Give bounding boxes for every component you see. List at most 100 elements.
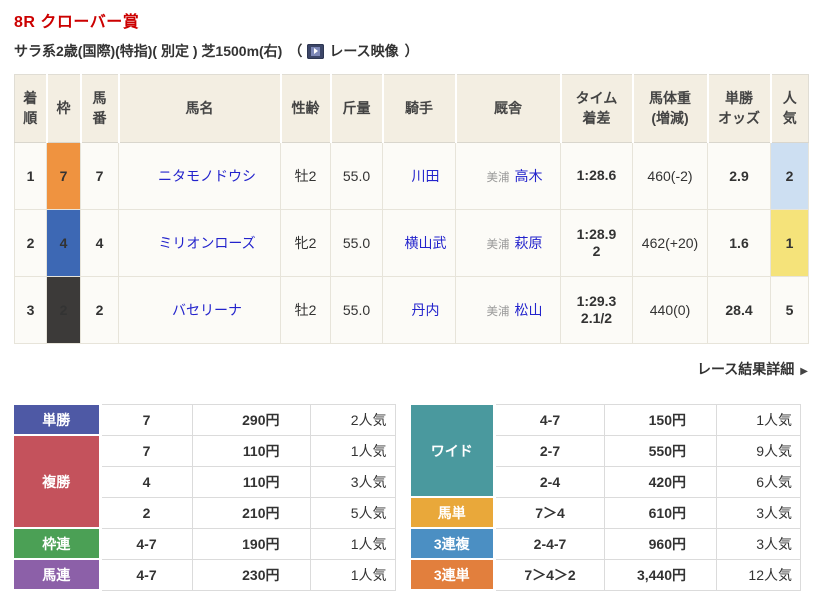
horse-name-cell: ミリオンローズ bbox=[118, 209, 281, 277]
payout-popularity: 12人気 bbox=[716, 558, 801, 591]
payout-table-left: 単勝 7 290円 2人気 複勝 7 110円 1人気 4 110円 3人気 2 210円 5人気 枠連 4-… bbox=[14, 403, 396, 591]
sex-age: 牝2 bbox=[280, 209, 331, 277]
bracket-number: 4 bbox=[46, 209, 81, 277]
stable-region: 美浦 bbox=[486, 306, 510, 318]
payout-amount: 550円 bbox=[604, 434, 717, 467]
horse-weight: 460(-2) bbox=[632, 142, 708, 210]
results-col-header-10: 単勝 オッズ bbox=[706, 74, 771, 143]
payout-combination: 2-4 bbox=[494, 465, 605, 498]
payout-type-3連複: 3連複 bbox=[410, 527, 496, 560]
payout-row-馬単: 馬単 7＞4 610円 3人気 bbox=[410, 496, 801, 529]
popularity: 5 bbox=[770, 276, 809, 344]
horse-name-link[interactable]: ミリオンローズ bbox=[158, 235, 255, 251]
results-header-row: 着 順枠馬 番馬名 性齢 斤量 騎手 厩舎 タイム 着差 馬体重 (増減) 単勝 オッズ人 気 bbox=[14, 74, 809, 143]
payout-amount: 610円 bbox=[604, 496, 717, 529]
time-margin-cell: 1:29.3 2.1/2 bbox=[560, 276, 633, 344]
payout-right-body: ワイド 4-7 150円 1人気 2-7 550円 9人気 2-4 420円 6人気 馬単 7＞4 61… bbox=[410, 403, 801, 591]
payout-combination: 7 bbox=[99, 403, 193, 436]
payout-type-単勝: 単勝 bbox=[14, 403, 102, 436]
carried-weight: 55.0 bbox=[330, 142, 383, 210]
trainer-link[interactable]: 高木 bbox=[515, 168, 543, 184]
payout-amount: 190円 bbox=[191, 527, 311, 560]
results-col-header-11: 人 気 bbox=[769, 74, 809, 143]
payout-combination: 2-7 bbox=[494, 434, 605, 467]
results-col-header-0: 着 順 bbox=[14, 74, 47, 143]
race-conditions-text: サラ系2歳(国際)(特指)( 別定 ) 芝1500m(右) bbox=[14, 43, 283, 59]
trainer-link[interactable]: 松山 bbox=[515, 302, 543, 318]
payout-row-ワイド: ワイド 4-7 150円 1人気 bbox=[410, 403, 801, 498]
jockey-link[interactable]: 川田 bbox=[412, 168, 440, 184]
paren-open: （ bbox=[288, 43, 303, 59]
payout-amount: 150円 bbox=[604, 403, 717, 436]
finish-position: 1 bbox=[14, 142, 47, 210]
popularity: 1 bbox=[770, 209, 809, 277]
payout-type-3連単: 3連単 bbox=[410, 558, 496, 591]
payout-type-馬単: 馬単 bbox=[410, 496, 496, 529]
finish-time: 1:29.3 bbox=[576, 292, 617, 309]
jockey-link[interactable]: 横山武 bbox=[405, 235, 447, 251]
carried-weight: 55.0 bbox=[330, 276, 383, 344]
payout-type-ワイド: ワイド bbox=[410, 403, 496, 498]
stable-cell: 美浦 萩原 bbox=[455, 209, 561, 277]
result-row-place-2: 2 4 4 ミリオンローズ 牝2 55.0 横山武 美浦 萩原 1:28.9 2 462(+20) 1.… bbox=[14, 209, 809, 277]
payout-popularity: 3人気 bbox=[309, 465, 396, 498]
payout-table-right: ワイド 4-7 150円 1人気 2-7 550円 9人気 2-4 420円 6人気 馬単 7＞4 61… bbox=[410, 403, 801, 591]
payout-amount: 420円 bbox=[604, 465, 717, 498]
bracket-number: 2 bbox=[46, 276, 81, 344]
payout-row-3連複: 3連複 2-4-7 960円 3人気 bbox=[410, 527, 801, 560]
stable-cell: 美浦 高木 bbox=[455, 142, 561, 210]
payout-combination: 4-7 bbox=[494, 403, 605, 436]
payout-amount: 960円 bbox=[604, 527, 717, 560]
race-video-link[interactable]: レース映像 bbox=[302, 41, 399, 61]
payout-type-枠連: 枠連 bbox=[14, 527, 102, 560]
results-body: 1 7 7 ニタモノドウシ 牡2 55.0 川田 美浦 高木 1:28.6 460(-2) 2.9 2 2… bbox=[14, 142, 809, 344]
payout-amount: 290円 bbox=[191, 403, 311, 436]
result-row-place-1: 1 7 7 ニタモノドウシ 牡2 55.0 川田 美浦 高木 1:28.6 460(-2) 2.9 2 bbox=[14, 142, 809, 210]
win-odds: 1.6 bbox=[707, 209, 771, 277]
sex-age: 牡2 bbox=[280, 142, 331, 210]
payout-popularity: 3人気 bbox=[716, 527, 801, 560]
horse-name-cell: ニタモノドウシ bbox=[118, 142, 281, 210]
bracket-number: 7 bbox=[46, 142, 81, 210]
popularity: 2 bbox=[770, 142, 809, 210]
payout-amount: 110円 bbox=[191, 465, 311, 498]
horse-weight: 440(0) bbox=[632, 276, 708, 344]
payout-amount: 110円 bbox=[191, 434, 311, 467]
payout-left-body: 単勝 7 290円 2人気 複勝 7 110円 1人気 4 110円 3人気 2 210円 5人気 枠連 4-… bbox=[14, 403, 396, 591]
horse-number: 2 bbox=[80, 276, 119, 344]
payout-row-馬連: 馬連 4-7 230円 1人気 bbox=[14, 558, 396, 591]
jockey-cell: 丹内 bbox=[382, 276, 456, 344]
finish-margin: 2 bbox=[592, 243, 601, 259]
horse-weight: 462(+20) bbox=[632, 209, 708, 277]
payout-amount: 3,440円 bbox=[604, 558, 717, 591]
payout-row-3連単: 3連単 7＞4＞2 3,440円 12人気 bbox=[410, 558, 801, 591]
horse-number: 7 bbox=[80, 142, 119, 210]
detail-link-label: レース結果詳細 bbox=[696, 361, 795, 377]
payout-row-複勝: 複勝 7 110円 1人気 bbox=[14, 434, 396, 529]
payout-popularity: 1人気 bbox=[309, 558, 396, 591]
payout-type-複勝: 複勝 bbox=[14, 434, 102, 529]
time-margin-cell: 1:28.6 bbox=[560, 142, 633, 210]
payout-popularity: 2人気 bbox=[309, 403, 396, 436]
finish-position: 3 bbox=[14, 276, 47, 344]
stable-cell: 美浦 松山 bbox=[455, 276, 561, 344]
stable-region: 美浦 bbox=[486, 172, 510, 184]
payout-combination: 4-7 bbox=[99, 527, 193, 560]
horse-name-link[interactable]: ニタモノドウシ bbox=[158, 168, 256, 184]
payout-popularity: 5人気 bbox=[309, 496, 396, 529]
horse-number: 4 bbox=[80, 209, 119, 277]
payout-section: 単勝 7 290円 2人気 複勝 7 110円 1人気 4 110円 3人気 2 210円 5人気 枠連 4-… bbox=[14, 403, 808, 591]
trainer-link[interactable]: 萩原 bbox=[515, 235, 543, 251]
result-row-place-3: 3 2 2 バセリーナ 牡2 55.0 丹内 美浦 松山 1:29.3 2.1/2 440(0) 28.… bbox=[14, 276, 809, 344]
win-odds: 28.4 bbox=[707, 276, 771, 344]
stable-region: 美浦 bbox=[486, 239, 510, 251]
carried-weight: 55.0 bbox=[330, 209, 383, 277]
results-col-header-3: 馬名 bbox=[117, 74, 281, 143]
finish-time: 1:28.9 bbox=[576, 225, 617, 242]
payout-popularity: 3人気 bbox=[716, 496, 801, 529]
race-result-detail-link[interactable]: レース結果詳細 ▶ bbox=[697, 361, 808, 377]
sex-age: 牡2 bbox=[280, 276, 331, 344]
results-col-header-5: 斤量 bbox=[329, 74, 383, 143]
jockey-link[interactable]: 丹内 bbox=[412, 302, 440, 318]
horse-name-link[interactable]: バセリーナ bbox=[172, 302, 242, 318]
